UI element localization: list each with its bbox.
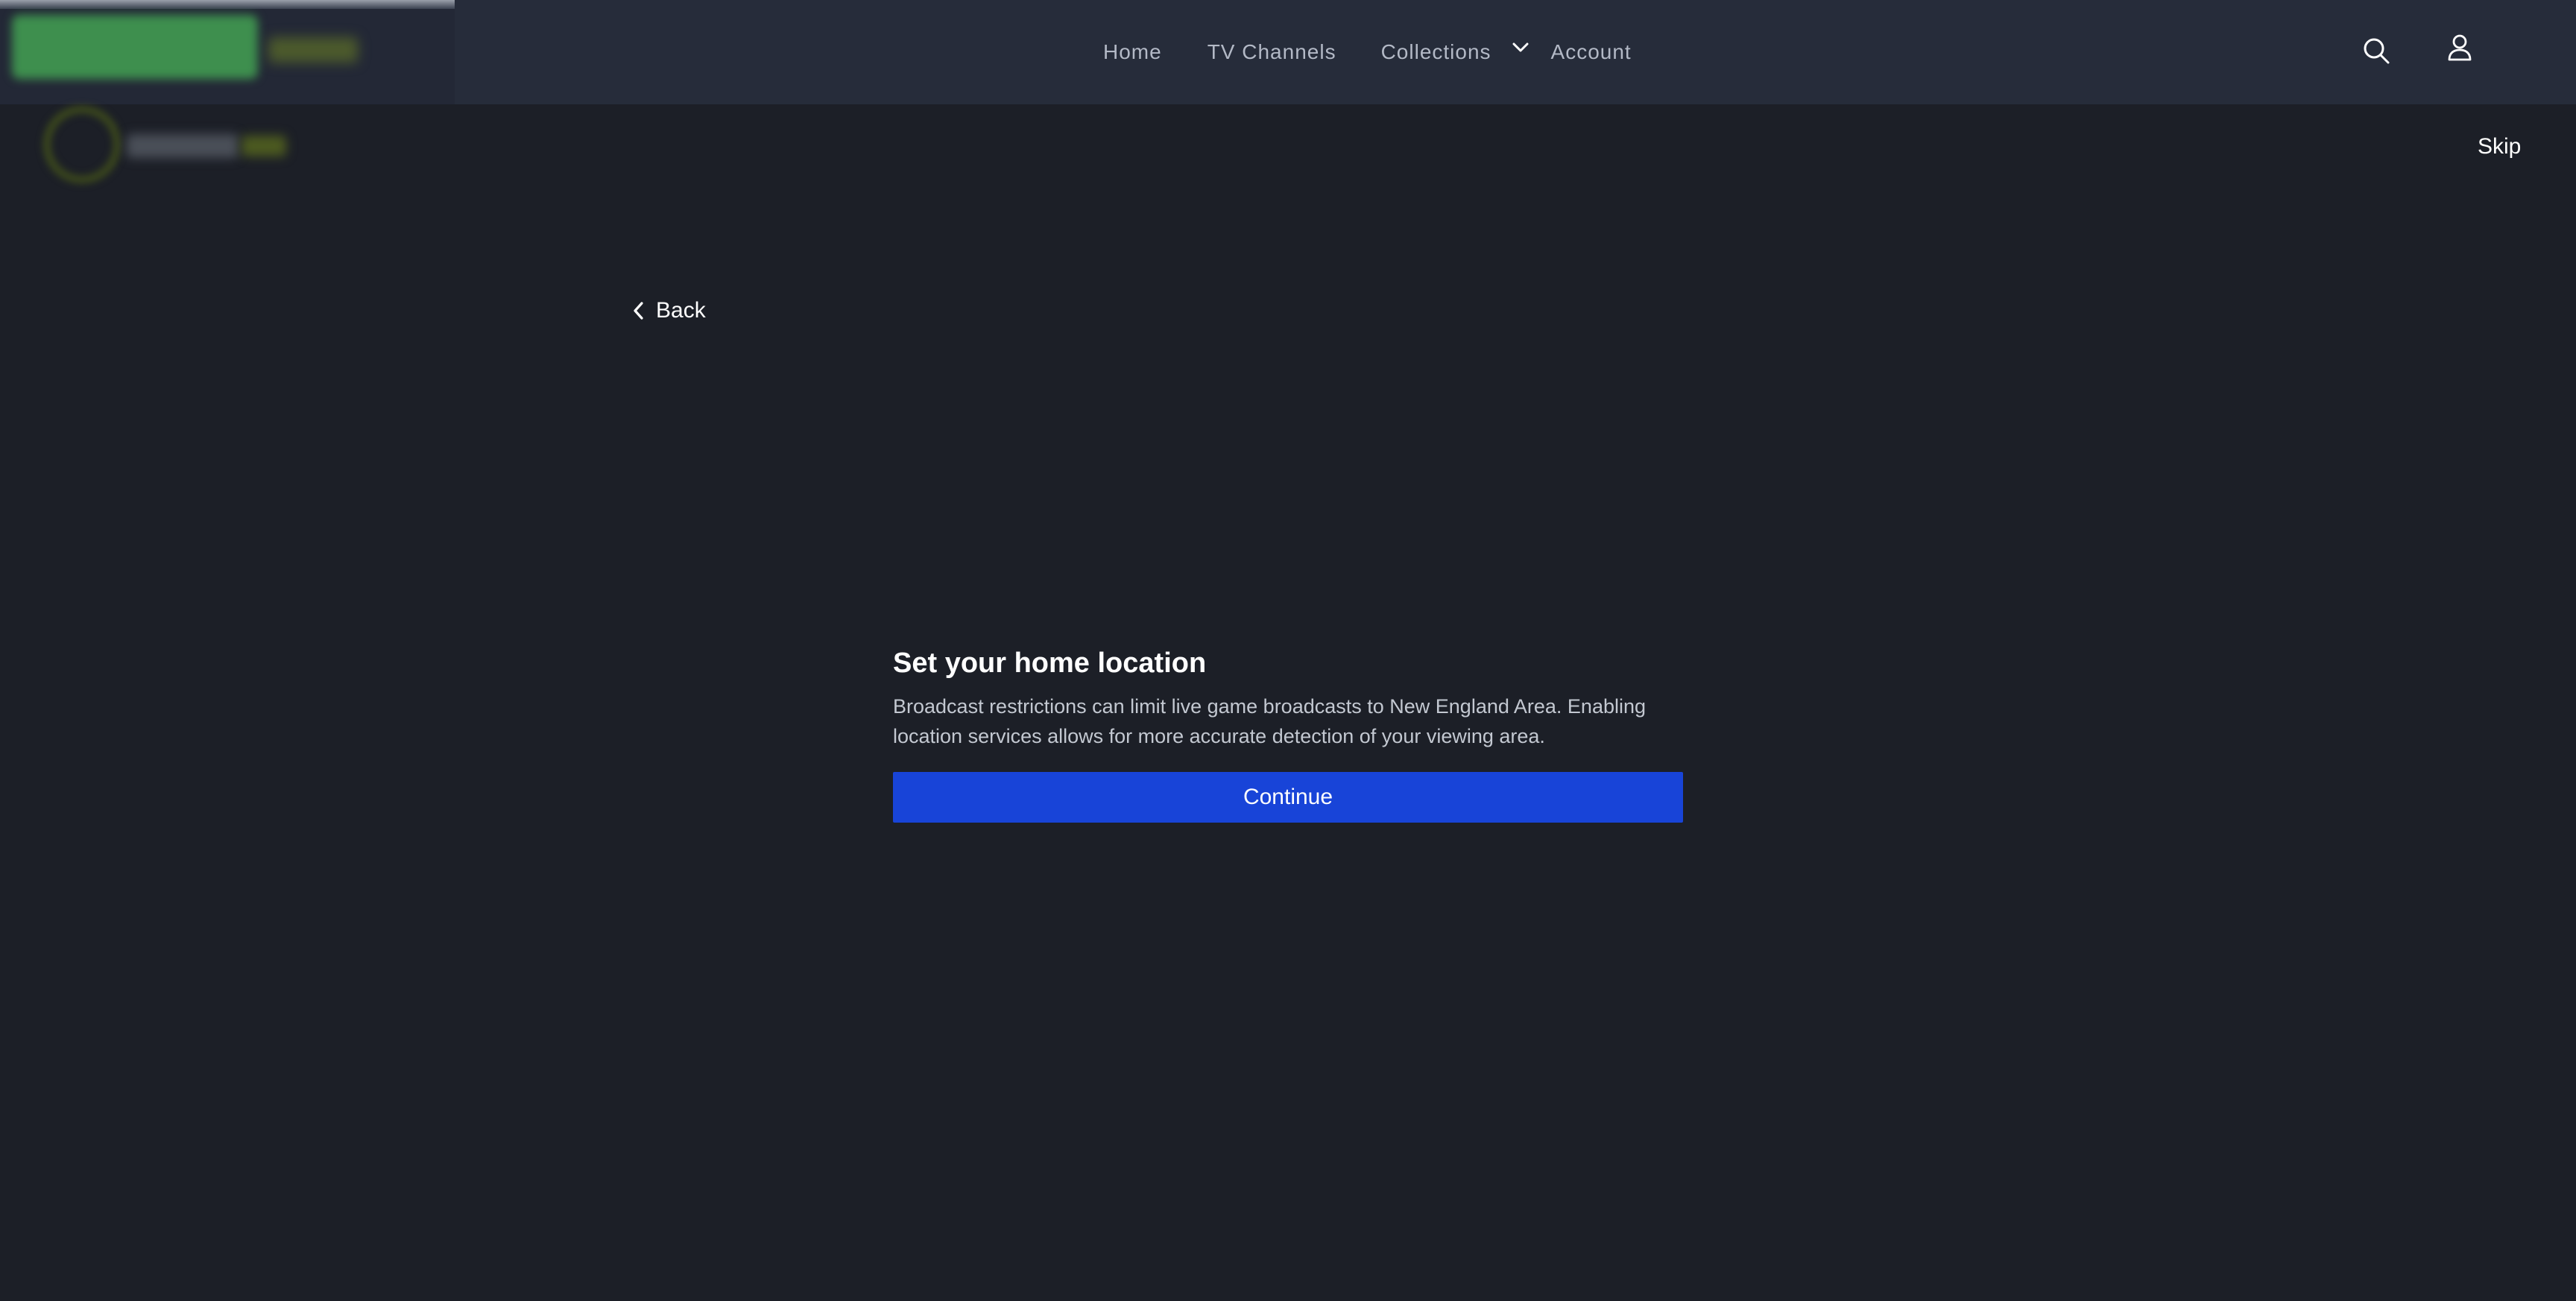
main-nav: Home TV Channels Collections Account — [1103, 0, 1632, 104]
logo-wordmark — [127, 134, 239, 158]
prompt-description: Broadcast restrictions can limit live ga… — [893, 694, 1647, 747]
skip-link[interactable]: Skip — [2478, 134, 2521, 159]
nav-home[interactable]: Home — [1103, 40, 1162, 64]
continue-button[interactable]: Continue — [893, 771, 1683, 823]
nav-tv-channels[interactable]: TV Channels — [1208, 40, 1336, 64]
brand-strip — [0, 0, 455, 9]
logo-mark — [43, 106, 121, 183]
nav-collections[interactable]: Collections — [1381, 40, 1491, 64]
back-label: Back — [656, 298, 706, 323]
logo-wordmark-accent — [242, 136, 286, 156]
brand-area[interactable] — [0, 0, 455, 104]
prompt-title: Set your home location — [893, 648, 1207, 679]
account-button[interactable] — [2445, 33, 2475, 63]
user-icon — [2448, 34, 2472, 61]
site-logo-blurred — [39, 103, 292, 192]
search-icon — [2364, 38, 2390, 64]
chevron-left-icon — [629, 300, 647, 322]
brand-badge-blurred — [12, 15, 258, 79]
location-prompt: Set your home location Broadcast restric… — [893, 647, 1683, 823]
nav-account[interactable]: Account — [1551, 40, 1632, 64]
back-link[interactable]: Back — [629, 298, 706, 323]
top-navigation-bar: Home TV Channels Collections Account — [0, 0, 2576, 104]
chevron-down-icon[interactable] — [1508, 35, 1533, 60]
brand-badge-text-blurred — [268, 37, 358, 63]
search-button[interactable] — [2361, 36, 2391, 66]
